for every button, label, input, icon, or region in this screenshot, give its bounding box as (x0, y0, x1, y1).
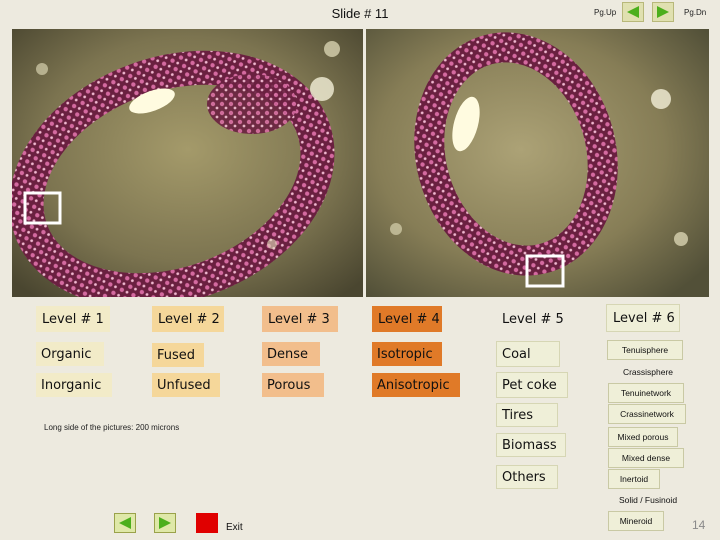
level-2-header[interactable]: Level # 2 (152, 306, 224, 332)
option-mixed-dense[interactable]: Mixed dense (608, 448, 684, 468)
level-3-header[interactable]: Level # 3 (262, 306, 338, 332)
pgdn-label: Pg.Dn (684, 8, 707, 17)
level-4-header[interactable]: Level # 4 (372, 306, 442, 332)
option-dense[interactable]: Dense (262, 342, 320, 366)
triangle-right-icon (657, 6, 669, 18)
pgup-label: Pg.Up (594, 8, 617, 17)
next-button[interactable] (154, 513, 176, 533)
slide-title: Slide # 11 (331, 6, 389, 21)
triangle-left-icon (119, 517, 131, 529)
option-porous[interactable]: Porous (262, 373, 324, 397)
option-mineroid[interactable]: Mineroid (608, 511, 664, 531)
option-isotropic[interactable]: Isotropic (372, 342, 442, 366)
level-5-header[interactable]: Level # 5 (496, 306, 570, 332)
exit-button[interactable] (196, 513, 218, 533)
prev-button[interactable] (114, 513, 136, 533)
option-solid-fusinoid[interactable]: Solid / Fusinoid (608, 492, 688, 508)
option-others[interactable]: Others (496, 465, 558, 489)
option-fused[interactable]: Fused (152, 343, 204, 367)
option-inertoid[interactable]: Inertoid (608, 469, 660, 489)
option-coal[interactable]: Coal (496, 341, 560, 367)
option-crassinetwork[interactable]: Crassinetwork (608, 404, 686, 424)
exit-label: Exit (226, 522, 243, 533)
triangle-right-icon (159, 517, 171, 529)
level-1-header[interactable]: Level # 1 (36, 306, 110, 332)
triangle-left-icon (627, 6, 639, 18)
option-unfused[interactable]: Unfused (152, 373, 220, 397)
page-number: 14 (692, 518, 706, 532)
option-anisotropic[interactable]: Anisotropic (372, 373, 460, 397)
option-mixed-porous[interactable]: Mixed porous (608, 427, 678, 447)
level-6-header[interactable]: Level # 6 (606, 304, 680, 332)
pgup-button[interactable] (622, 2, 644, 22)
pgdn-button[interactable] (652, 2, 674, 22)
scale-note: Long side of the pictures: 200 microns (44, 423, 180, 432)
micrograph-left (12, 29, 363, 297)
option-organic[interactable]: Organic (36, 342, 104, 366)
option-pet-coke[interactable]: Pet coke (496, 372, 568, 398)
micrograph-right (366, 29, 709, 297)
option-inorganic[interactable]: Inorganic (36, 373, 112, 397)
option-crassisphere[interactable]: Crassisphere (610, 364, 686, 380)
option-tenuinetwork[interactable]: Tenuinetwork (608, 383, 684, 403)
option-biomass[interactable]: Biomass (496, 433, 566, 457)
option-tenuisphere[interactable]: Tenuisphere (607, 340, 683, 360)
option-tires[interactable]: Tires (496, 403, 558, 427)
